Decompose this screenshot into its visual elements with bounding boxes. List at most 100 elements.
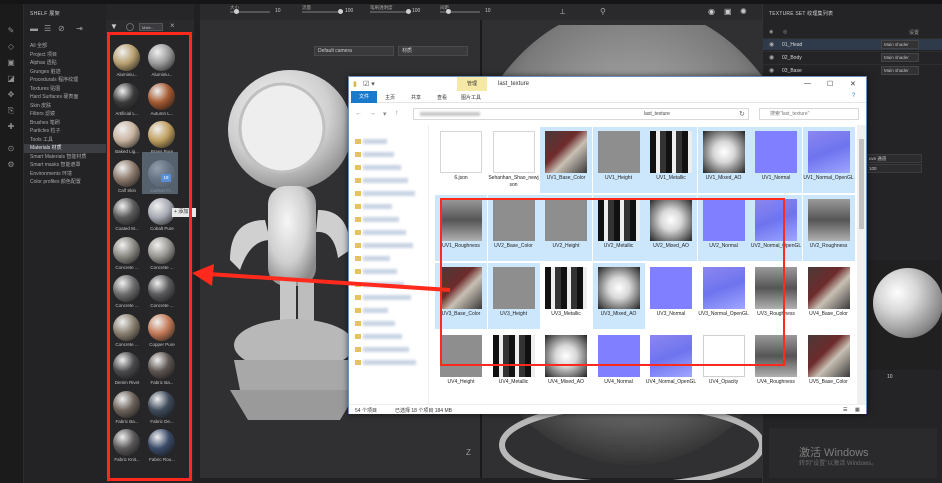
visibility-eye-icon[interactable]: ◉ — [769, 54, 774, 61]
large-icons-view-icon[interactable]: ▦ — [855, 407, 860, 413]
shelf-item[interactable]: Tools 工具 — [24, 136, 106, 145]
shelf-item[interactable]: Hard Surfaces 硬表面 — [24, 93, 106, 102]
close-icon[interactable]: × — [170, 21, 175, 30]
shelf-item[interactable]: Smart masks 智能遮罩 — [24, 161, 106, 170]
maximize-button[interactable]: ☐ — [827, 80, 833, 88]
nav-folder-label[interactable] — [363, 334, 402, 339]
file-tile[interactable]: UV4_Mixed_AO — [540, 331, 592, 397]
size-slider-knob[interactable] — [234, 9, 239, 14]
materials-search-field[interactable]: Mate... — [139, 23, 163, 31]
paint-brush-icon[interactable]: ✎ — [6, 26, 16, 36]
nav-folder-icon[interactable] — [355, 178, 361, 183]
file-tile[interactable]: UV3_Normal_OpenGL — [698, 263, 750, 329]
file-tile[interactable]: UV2_Normal — [697, 195, 750, 261]
nav-folder-icon[interactable] — [355, 191, 361, 196]
visibility-eye-icon[interactable]: ◉ — [769, 41, 774, 48]
up-arrow-icon[interactable]: ↑ — [395, 110, 399, 117]
clone-icon[interactable]: ⎘ — [6, 106, 16, 116]
opacity-value[interactable]: 100 — [412, 8, 420, 14]
file-tile[interactable]: UV2_Metallic — [592, 195, 645, 261]
nav-folder-icon[interactable] — [355, 165, 361, 170]
shelf-item[interactable]: Particles 粒子 — [24, 127, 106, 136]
ribbon-tab-share[interactable]: 共享 — [411, 94, 421, 101]
shelf-item[interactable]: Skin 皮肤 — [24, 102, 106, 111]
minimize-button[interactable]: — — [804, 80, 811, 87]
display-mode-dropdown[interactable]: 材质 — [398, 46, 468, 56]
file-tile[interactable]: UV3_Height — [487, 263, 540, 329]
import-icon[interactable]: ⇥ — [76, 24, 83, 33]
file-explorer-window[interactable]: ▮ ☑ ▾ 管理 last_texture — ☐ ✕ 文件 主页 共享 查看 … — [348, 76, 867, 414]
nav-folder-icon[interactable] — [355, 347, 361, 352]
shader-dropdown[interactable]: Main shader — [881, 40, 919, 49]
recent-dropdown-icon[interactable]: ▾ — [383, 110, 387, 118]
file-tile[interactable]: UV1_Metallic — [645, 127, 697, 193]
forward-arrow-icon[interactable]: → — [369, 110, 376, 117]
size-value[interactable]: 10 — [275, 8, 281, 14]
nav-folder-label[interactable] — [363, 230, 406, 235]
eye-outline-icon[interactable]: ◎ — [783, 29, 787, 35]
help-icon[interactable]: ? — [852, 93, 855, 99]
smudge-icon[interactable]: ✥ — [6, 90, 16, 100]
nav-folder-label[interactable] — [363, 191, 415, 196]
shelf-item[interactable]: Color profiles 颜色配置 — [24, 178, 106, 187]
nav-folder-icon[interactable] — [355, 152, 361, 157]
polygon-fill-icon[interactable]: ◪ — [6, 74, 16, 84]
shelf-item[interactable]: Grunges 脏迹 — [24, 68, 106, 77]
shelf-item[interactable]: Filters 滤镜 — [24, 110, 106, 119]
nav-folder-label[interactable] — [363, 178, 408, 183]
ribbon-tab-view[interactable]: 查看 — [437, 94, 447, 101]
shelf-item[interactable]: Environments 环境 — [24, 170, 106, 179]
spacing-value[interactable]: 10 — [485, 8, 491, 14]
shelf-item[interactable]: Textures 贴图 — [24, 85, 106, 94]
material-picker-icon[interactable]: ✚ — [6, 122, 16, 132]
visibility-eye-icon[interactable]: ◉ — [769, 67, 774, 74]
explorer-search-input[interactable]: 搜索"last_texture" — [759, 108, 859, 120]
file-tile[interactable]: UV4_Height — [435, 331, 487, 397]
file-tile[interactable]: UV3_Metallic — [540, 263, 592, 329]
file-tile[interactable]: UV3_Mixed_AO — [592, 263, 645, 329]
camera-view-icon[interactable]: ◉ — [708, 7, 715, 16]
file-tile[interactable]: UV3_Normal — [645, 263, 697, 329]
opacity-slider-knob[interactable] — [406, 9, 411, 14]
file-tile[interactable]: UV2_Roughness — [802, 195, 855, 261]
link-icon[interactable]: ⊘ — [58, 24, 65, 33]
shelf-item[interactable]: Brushes 笔刷 — [24, 119, 106, 128]
resolution-field[interactable]: 100 — [866, 164, 922, 173]
texture-set-row[interactable]: ◉ 01_Head Main shader — [763, 38, 942, 50]
nav-folder-label[interactable] — [363, 321, 395, 326]
file-tile[interactable]: UV4_Metallic — [488, 331, 540, 397]
shelf-item[interactable]: Alphas 透贴 — [24, 59, 106, 68]
address-path[interactable]: last_texture — [413, 108, 749, 120]
property-value[interactable]: 10 — [887, 374, 893, 380]
projection-icon[interactable]: ▣ — [6, 58, 16, 68]
nav-folder-icon[interactable] — [355, 360, 361, 365]
render-icon[interactable]: ✺ — [740, 7, 747, 16]
back-arrow-icon[interactable]: ← — [355, 110, 362, 117]
uv-channel-field[interactable]: uvs 通道 — [866, 154, 922, 163]
settings-label[interactable]: 设置 — [909, 29, 919, 36]
tag-icon[interactable] — [126, 23, 134, 31]
shelf-item[interactable]: All 全部 — [24, 42, 106, 51]
shader-dropdown[interactable]: Main shader — [881, 66, 919, 75]
nav-folder-label[interactable] — [363, 152, 394, 157]
explorer-scrollbar[interactable] — [857, 125, 866, 405]
file-tile[interactable]: UV1_Base_Color — [540, 127, 592, 193]
file-tile[interactable]: UV1_Mixed_AO — [697, 127, 750, 193]
shelf-item[interactable]: Project 项目 — [24, 51, 106, 60]
flow-value[interactable]: 100 — [345, 8, 353, 14]
ribbon-tab-file[interactable]: 文件 — [351, 91, 377, 103]
camera-dropdown[interactable]: Default camera — [314, 46, 394, 56]
close-button[interactable]: ✕ — [850, 80, 856, 88]
file-tile[interactable]: UV4_Base_Color — [803, 263, 855, 329]
opacity-slider[interactable] — [370, 11, 410, 13]
nav-folder-label[interactable] — [363, 165, 401, 170]
file-tile[interactable]: UV1_Roughness — [435, 195, 487, 261]
nav-folder-icon[interactable] — [355, 217, 361, 222]
lazy-mouse-icon[interactable]: ⚲ — [600, 7, 606, 16]
filter-icon[interactable]: ▼ — [110, 22, 118, 31]
shelf-item[interactable]: Materials 材质 — [24, 144, 106, 153]
nav-folder-icon[interactable] — [355, 334, 361, 339]
file-tile[interactable]: UV1_Normal — [750, 127, 802, 193]
quick-access-icon[interactable]: ☑ ▾ — [363, 80, 375, 88]
file-tile[interactable]: UV2_Mixed_AO — [645, 195, 697, 261]
